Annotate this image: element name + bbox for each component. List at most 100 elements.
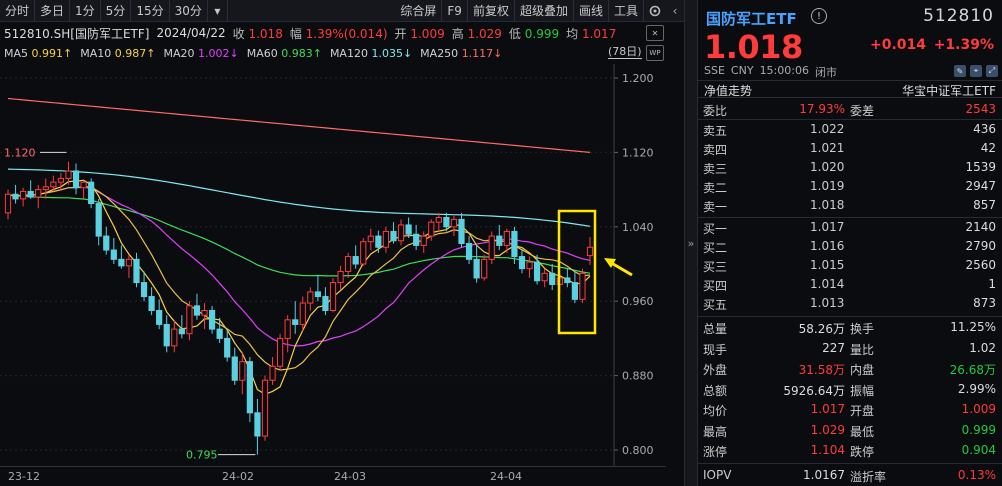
avg-value: 1.017 — [581, 26, 617, 41]
high-annotation: 1.120 — [4, 146, 36, 159]
bid-row[interactable]: 买五 1.013 873 — [698, 294, 1002, 313]
candle-up — [277, 337, 284, 367]
overlay-button[interactable]: 超级叠加 — [515, 0, 574, 22]
ask-row[interactable]: 卖二 1.019 2947 — [698, 177, 1002, 196]
ma20-value: 1.002↓ — [197, 46, 239, 60]
pen-icon[interactable]: ✎ — [954, 65, 966, 77]
ask-row[interactable]: 卖四 1.021 42 — [698, 139, 1002, 158]
bid-level-label: 买三 — [703, 260, 728, 274]
candle-up — [481, 258, 488, 279]
weicha-value: 2543 — [965, 102, 996, 116]
candle-down — [88, 181, 95, 205]
currency-label: CNY — [730, 64, 754, 77]
x-label-mar: 24-03 — [334, 470, 366, 483]
bid-level-label: 买四 — [703, 279, 728, 293]
ma120-label: MA120 — [329, 46, 368, 60]
stat-label: 跌停 — [850, 445, 875, 459]
ask-price: 1.019 — [810, 179, 845, 193]
bid-price: 1.013 — [810, 296, 845, 310]
ask-level-label: 卖二 — [703, 181, 728, 195]
bid-row[interactable]: 买一 1.017 2140 — [698, 218, 1002, 237]
period-tab-5min[interactable]: 5分 — [101, 0, 132, 22]
stat-label: 均价 — [703, 404, 728, 418]
period-tab-multiday[interactable]: 多日 — [35, 0, 71, 22]
combo-screen-button[interactable]: 综合屏 — [395, 0, 443, 22]
tools-button[interactable]: 工具 — [609, 0, 644, 22]
stat-label: 最高 — [703, 424, 728, 439]
ask-volume: 2947 — [965, 179, 996, 193]
market-meta: SSE CNY 15:00:06 闭市 — [704, 64, 837, 80]
highlight-box — [557, 209, 597, 335]
ask-row[interactable]: 卖一 1.018 857 — [698, 196, 1002, 215]
fund-code: 512810 — [923, 6, 994, 26]
candle-down — [473, 258, 480, 279]
ma-legend: MA5 0.991↑ MA10 0.987↑ MA20 1.002↓ MA60 … — [0, 43, 666, 63]
f9-button[interactable]: F9 — [442, 0, 468, 22]
candlestick-chart[interactable]: 1.200 1.120 1.040 0.960 0.880 0.800 1.120 0.795 — [0, 64, 666, 466]
draw-line-button[interactable]: 画线 — [574, 0, 609, 22]
tab-nav-trend[interactable]: 净值走势 — [704, 82, 752, 99]
candle-down — [571, 282, 578, 300]
candle-up — [4, 193, 12, 214]
candle-up — [503, 230, 510, 246]
y-tick-label: 0.880 — [622, 370, 654, 383]
ask-row[interactable]: 卖三 1.020 1539 — [698, 158, 1002, 177]
bid-row[interactable]: 买四 1.014 1 — [698, 275, 1002, 294]
candle-down — [224, 337, 231, 358]
ma250-line — [7, 97, 591, 153]
ask-volume: 436 — [973, 122, 996, 136]
bid-level-label: 买一 — [703, 222, 728, 236]
stat-value: 26.68万 — [949, 363, 996, 377]
chevron-left-icon[interactable]: ‹ — [666, 0, 684, 22]
period-tab-15min[interactable]: 15分 — [131, 0, 170, 22]
candle-down — [413, 233, 420, 246]
y-tick-label: 1.200 — [622, 72, 654, 85]
fund-name[interactable]: 国防军工ETF — [706, 8, 797, 29]
stat-label: 最低 — [850, 424, 875, 439]
bid-price: 1.015 — [810, 258, 845, 272]
expand-icon[interactable]: ⤢ — [986, 65, 998, 77]
stats-row: 涨停 1.104 跌停 0.904 — [698, 441, 1002, 460]
close-icon[interactable]: ✕ — [646, 25, 664, 41]
low-annotation: 0.795 — [186, 449, 218, 462]
stat-label: 振幅 — [850, 383, 875, 398]
weicha-label: 委差 — [850, 104, 875, 118]
stat-value: 1.009 — [961, 402, 996, 416]
price-change: +0.014 — [870, 37, 927, 53]
gear-icon[interactable] — [644, 0, 666, 22]
candle-down — [140, 282, 148, 298]
period-tab-1min[interactable]: 1分 — [70, 0, 101, 22]
pin-icon[interactable]: ⌖ — [970, 65, 982, 77]
fq-button[interactable]: 前复权 — [468, 0, 515, 22]
last-price: 1.018 — [704, 28, 803, 66]
candle-up — [186, 305, 193, 335]
low-value: 0.999 — [524, 26, 560, 41]
stat-value: 1.02 — [969, 340, 996, 355]
bid-row[interactable]: 买三 1.015 2560 — [698, 256, 1002, 275]
stat-label: 溢折率 — [850, 469, 887, 484]
candle-up — [488, 235, 495, 260]
candle-up — [269, 365, 276, 381]
period-dropdown[interactable]: ▾ — [208, 0, 228, 22]
wp-chip[interactable]: WP — [646, 45, 664, 61]
candle-down — [465, 243, 473, 260]
ask-row[interactable]: 卖五 1.022 436 — [698, 120, 1002, 139]
candle-down — [231, 356, 238, 381]
period-tab-intraday[interactable]: 分时 — [0, 0, 36, 22]
ask-level-label: 卖四 — [703, 143, 728, 157]
ma20-line — [7, 186, 591, 347]
bid-row[interactable]: 买二 1.016 2790 — [698, 237, 1002, 256]
stat-value: 0.999 — [961, 422, 996, 437]
info-icon[interactable]: ! — [811, 8, 827, 24]
tab-related-fund[interactable]: 华宝中证军工ETF — [902, 82, 996, 99]
stat-value: 1.017 — [810, 402, 845, 416]
panel-collapse-handle[interactable]: » — [684, 0, 698, 486]
candle-down — [518, 256, 526, 270]
candle-up — [428, 221, 435, 237]
candle-down — [103, 235, 110, 251]
ask-volume: 1539 — [965, 160, 996, 174]
stat-label: IOPV — [703, 467, 732, 482]
period-tab-30min[interactable]: 30分 — [170, 0, 208, 22]
stats-row: 最高 1.029 最低 0.999 — [698, 421, 1002, 440]
stat-value: 11.25% — [950, 320, 996, 334]
